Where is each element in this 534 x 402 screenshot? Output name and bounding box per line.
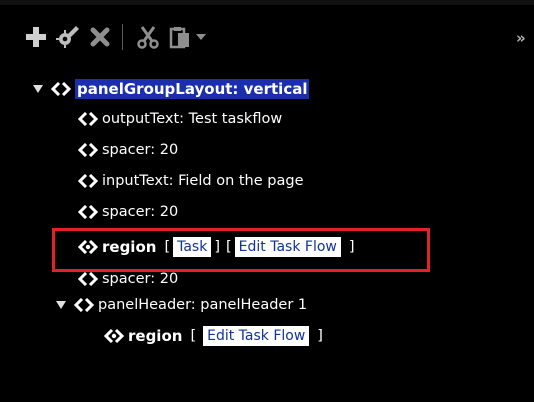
tree-node-spacer[interactable]: spacer: 20 — [78, 138, 178, 162]
tree-node-inputtext[interactable]: inputText: Field on the page — [78, 169, 304, 193]
cut-button[interactable] — [134, 22, 162, 52]
paste-button[interactable] — [166, 22, 194, 52]
toolbar-overflow-button[interactable]: » — [516, 31, 526, 46]
tag-icon — [78, 272, 98, 286]
tree-node-label: spacer: 20 — [102, 204, 179, 220]
tag-icon — [78, 205, 98, 219]
add-button[interactable] — [22, 22, 50, 52]
structure-panel: » panelGroupLayout: vertical outputText:… — [0, 5, 534, 402]
tree-node-region-nested[interactable]: region [ Edit Task Flow ] — [104, 324, 326, 348]
close-icon — [90, 27, 110, 47]
tree-node-label: outputText: Test taskflow — [102, 111, 283, 127]
tree-node-panelgrouplayout[interactable]: panelGroupLayout: vertical — [32, 77, 310, 101]
delete-button[interactable] — [86, 22, 114, 52]
tree-node-panelheader[interactable]: panelHeader: panelHeader 1 — [55, 293, 307, 317]
highlight-annotation — [52, 228, 430, 272]
tree-node-label: region — [128, 327, 183, 345]
tag-icon — [74, 298, 94, 312]
tree-node-label: spacer: 20 — [102, 271, 179, 287]
tree-node-outputtext[interactable]: outputText: Test taskflow — [78, 107, 282, 131]
chevron-down-icon — [196, 34, 206, 40]
structure-toolbar — [8, 18, 508, 60]
tag-icon — [78, 174, 98, 188]
tree-node-label: panelHeader: panelHeader 1 — [98, 297, 308, 313]
edit-button[interactable] — [54, 22, 82, 52]
tree-node-label: panelGroupLayout: vertical — [75, 79, 310, 99]
tag-icon — [51, 82, 71, 96]
paste-menu-button[interactable] — [192, 22, 210, 52]
edit-task-flow-link[interactable]: Edit Task Flow — [203, 326, 310, 346]
expand-triangle-icon[interactable] — [32, 83, 44, 95]
tree-node-label: inputText: Field on the page — [102, 173, 304, 189]
clipboard-icon — [169, 27, 189, 49]
tag-icon — [78, 112, 98, 126]
toolbar-separator — [122, 24, 123, 50]
bracket-close: ] — [317, 328, 323, 344]
pencil-gear-icon — [56, 26, 79, 48]
bracket-open: [ — [190, 328, 197, 344]
scissors-icon — [137, 26, 159, 49]
tree-node-label: spacer: 20 — [102, 142, 179, 158]
tree-node-spacer[interactable]: spacer: 20 — [78, 200, 178, 224]
plus-icon — [26, 27, 46, 47]
region-tag-icon — [104, 329, 124, 343]
expand-triangle-icon[interactable] — [55, 299, 67, 311]
tag-icon — [78, 143, 98, 157]
